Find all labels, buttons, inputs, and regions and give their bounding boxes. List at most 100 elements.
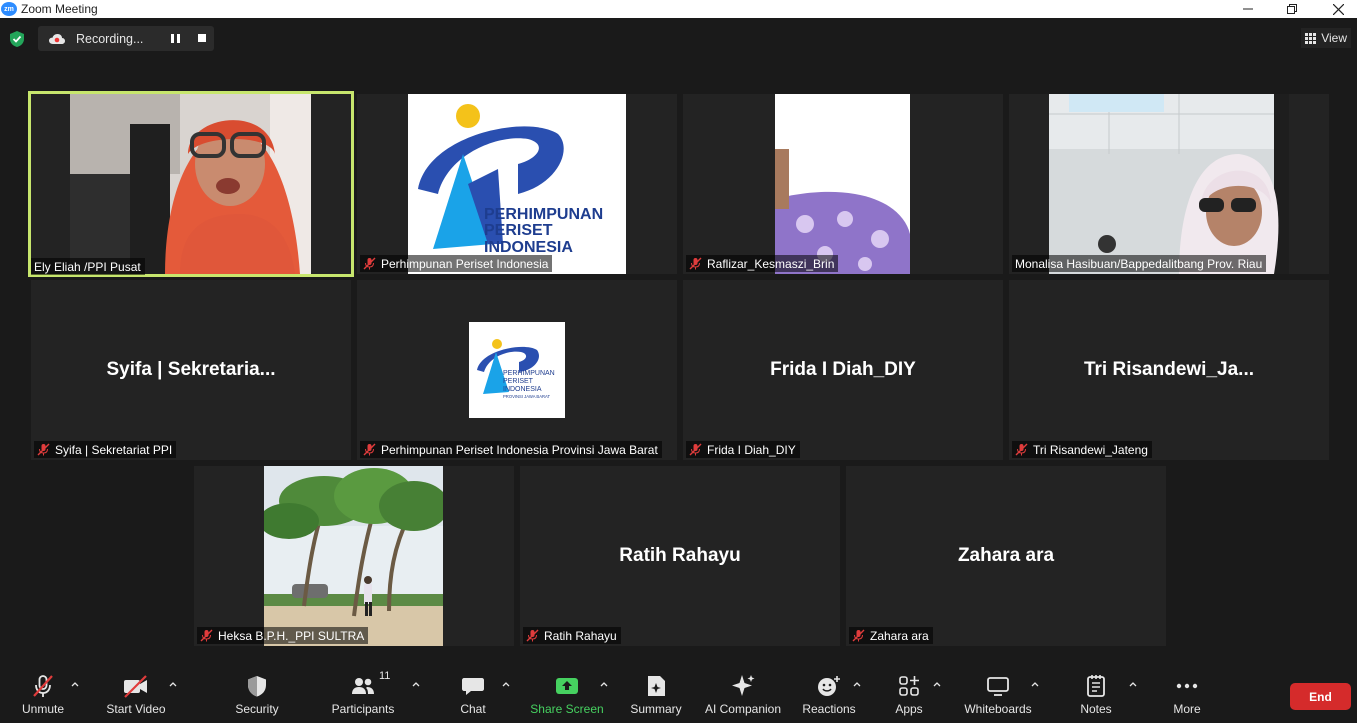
participant-video bbox=[264, 466, 443, 646]
ppi-jabar-avatar: PERHIMPUNAN PERISET INDONESIA PROVINSI J… bbox=[469, 322, 565, 418]
chat-options-chevron-icon[interactable] bbox=[501, 679, 511, 689]
notes-label: Notes bbox=[1080, 702, 1112, 716]
encryption-shield-icon[interactable] bbox=[9, 30, 25, 48]
participant-video bbox=[1049, 94, 1289, 274]
jabar-logo-line-3: INDONESIA bbox=[503, 386, 542, 393]
close-window-button[interactable] bbox=[1323, 0, 1353, 18]
share-screen-button[interactable]: Share Screen bbox=[530, 673, 604, 721]
participant-tile-ratih[interactable]: Ratih Rahayu Ratih Rahayu bbox=[520, 466, 840, 646]
participant-count-badge: 11 bbox=[379, 670, 391, 682]
participant-tile-raflizar[interactable]: Raflizar_Kesmaszi_Brin bbox=[683, 94, 1003, 274]
reactions-smiley-icon bbox=[818, 676, 840, 696]
security-button[interactable]: Security bbox=[232, 673, 282, 721]
participant-name: Syifa | Sekretariat PPI bbox=[55, 442, 173, 457]
participants-label: Participants bbox=[331, 702, 395, 716]
logo-line-3: INDONESIA bbox=[484, 239, 573, 256]
restore-button[interactable] bbox=[1277, 0, 1307, 18]
muted-mic-icon bbox=[689, 443, 702, 456]
end-meeting-button[interactable]: End bbox=[1290, 683, 1351, 710]
participant-tile-heksa[interactable]: Heksa B.P.H._PPI SULTRA bbox=[194, 466, 514, 646]
participant-tile-zahara[interactable]: Zahara ara Zahara ara bbox=[846, 466, 1166, 646]
view-label: View bbox=[1321, 31, 1347, 45]
ai-companion-button[interactable]: AI Companion bbox=[703, 673, 783, 721]
minimize-button[interactable] bbox=[1233, 0, 1263, 18]
muted-mic-icon bbox=[363, 443, 376, 456]
participant-name: Zahara ara bbox=[870, 628, 929, 643]
participant-tile-syifa[interactable]: Syifa | Sekretaria... Syifa | Sekretaria… bbox=[31, 280, 351, 460]
notes-button[interactable]: Notes bbox=[1076, 673, 1116, 721]
participants-button[interactable]: 11 Participants bbox=[330, 670, 396, 721]
participant-name: Monalisa Hasibuan/Bappedalitbang Prov. R… bbox=[1015, 256, 1263, 271]
whiteboards-button[interactable]: Whiteboards bbox=[962, 673, 1034, 721]
summary-button[interactable]: Summary bbox=[627, 673, 685, 721]
stop-recording-button[interactable] bbox=[198, 34, 206, 42]
video-off-icon bbox=[124, 675, 147, 698]
pause-recording-button[interactable] bbox=[171, 34, 180, 43]
more-button[interactable]: More bbox=[1167, 673, 1207, 721]
participant-name: Ely Eliah /PPI Pusat bbox=[34, 259, 141, 274]
muted-mic-icon bbox=[363, 257, 376, 270]
apps-button[interactable]: Apps bbox=[889, 673, 929, 721]
more-label: More bbox=[1173, 702, 1201, 716]
recording-label: Recording... bbox=[76, 31, 144, 46]
participant-tile-ppi[interactable]: PERHIMPUNAN PERISET INDONESIA Perhimpuna… bbox=[357, 94, 677, 274]
participant-name: Raflizar_Kesmaszi_Brin bbox=[707, 256, 835, 271]
participant-name-tag: Perhimpunan Periset Indonesia Provinsi J… bbox=[360, 441, 662, 458]
video-options-chevron-icon[interactable] bbox=[168, 679, 178, 689]
view-button[interactable]: View bbox=[1301, 28, 1351, 48]
notes-options-chevron-icon[interactable] bbox=[1128, 679, 1138, 689]
muted-mic-icon bbox=[200, 629, 213, 642]
apps-icon bbox=[899, 676, 919, 696]
muted-microphone-icon bbox=[33, 675, 53, 697]
whiteboards-options-chevron-icon[interactable] bbox=[1030, 679, 1040, 689]
apps-options-chevron-icon[interactable] bbox=[932, 679, 942, 689]
participants-icon bbox=[352, 678, 374, 694]
participant-video bbox=[775, 94, 910, 274]
meeting-top-bar: Recording... View bbox=[0, 18, 1357, 60]
window-titlebar: zm Zoom Meeting bbox=[0, 0, 1357, 18]
reactions-label: Reactions bbox=[802, 702, 856, 716]
participant-display-name: Syifa | Sekretaria... bbox=[106, 359, 276, 380]
muted-mic-icon bbox=[852, 629, 865, 642]
participant-tile-ppi-jabar[interactable]: PERHIMPUNAN PERISET INDONESIA PROVINSI J… bbox=[357, 280, 677, 460]
minimize-icon bbox=[1243, 8, 1253, 10]
participant-name-tag: Zahara ara bbox=[849, 627, 933, 644]
recording-indicator: Recording... bbox=[38, 26, 214, 51]
chat-label: Chat bbox=[460, 702, 486, 716]
participant-name: Perhimpunan Periset Indonesia bbox=[381, 256, 549, 271]
ai-sparkle-icon bbox=[732, 675, 755, 696]
whiteboards-label: Whiteboards bbox=[964, 702, 1032, 716]
start-video-button[interactable]: Start Video bbox=[104, 673, 168, 721]
participant-display-name: Tri Risandewi_Ja... bbox=[1083, 359, 1255, 380]
participant-tile-ely-eliah[interactable]: Ely Eliah /PPI Pusat bbox=[28, 91, 354, 277]
muted-mic-icon bbox=[689, 257, 702, 270]
participant-tile-tri[interactable]: Tri Risandewi_Ja... Tri Risandewi_Jateng bbox=[1009, 280, 1329, 460]
summary-label: Summary bbox=[630, 702, 682, 716]
unmute-label: Unmute bbox=[21, 702, 65, 716]
reactions-button[interactable]: Reactions bbox=[801, 673, 857, 721]
chat-button[interactable]: Chat bbox=[455, 673, 491, 721]
participant-tile-frida[interactable]: Frida I Diah_DIY Frida I Diah_DIY bbox=[683, 280, 1003, 460]
participant-tile-monalisa[interactable]: Monalisa Hasibuan/Bappedalitbang Prov. R… bbox=[1009, 94, 1329, 274]
share-options-chevron-icon[interactable] bbox=[599, 679, 609, 689]
participant-name-tag: Ratih Rahayu bbox=[523, 627, 621, 644]
reactions-options-chevron-icon[interactable] bbox=[852, 679, 862, 689]
chat-bubble-icon bbox=[462, 678, 484, 695]
participant-name-tag: Syifa | Sekretariat PPI bbox=[34, 441, 177, 458]
participant-video bbox=[70, 94, 311, 274]
participant-name: Ratih Rahayu bbox=[544, 628, 617, 643]
participants-options-chevron-icon[interactable] bbox=[411, 679, 421, 689]
ai-companion-label: AI Companion bbox=[704, 702, 782, 716]
notes-icon bbox=[1087, 675, 1105, 697]
unmute-button[interactable]: Unmute bbox=[18, 673, 68, 721]
logo-line-2: PERISET bbox=[484, 222, 553, 239]
jabar-logo-line-2: PERISET bbox=[503, 378, 534, 385]
participant-display-name: Ratih Rahayu bbox=[619, 545, 741, 566]
share-screen-label: Share Screen bbox=[530, 702, 604, 716]
whiteboard-icon bbox=[987, 677, 1009, 696]
meeting-toolbar: Unmute Start Video Security 11 Participa… bbox=[0, 665, 1357, 723]
audio-options-chevron-icon[interactable] bbox=[70, 679, 80, 689]
cloud-recording-icon bbox=[49, 33, 65, 44]
participant-name: Perhimpunan Periset Indonesia Provinsi J… bbox=[381, 442, 658, 457]
participant-name: Heksa B.P.H._PPI SULTRA bbox=[218, 628, 365, 643]
